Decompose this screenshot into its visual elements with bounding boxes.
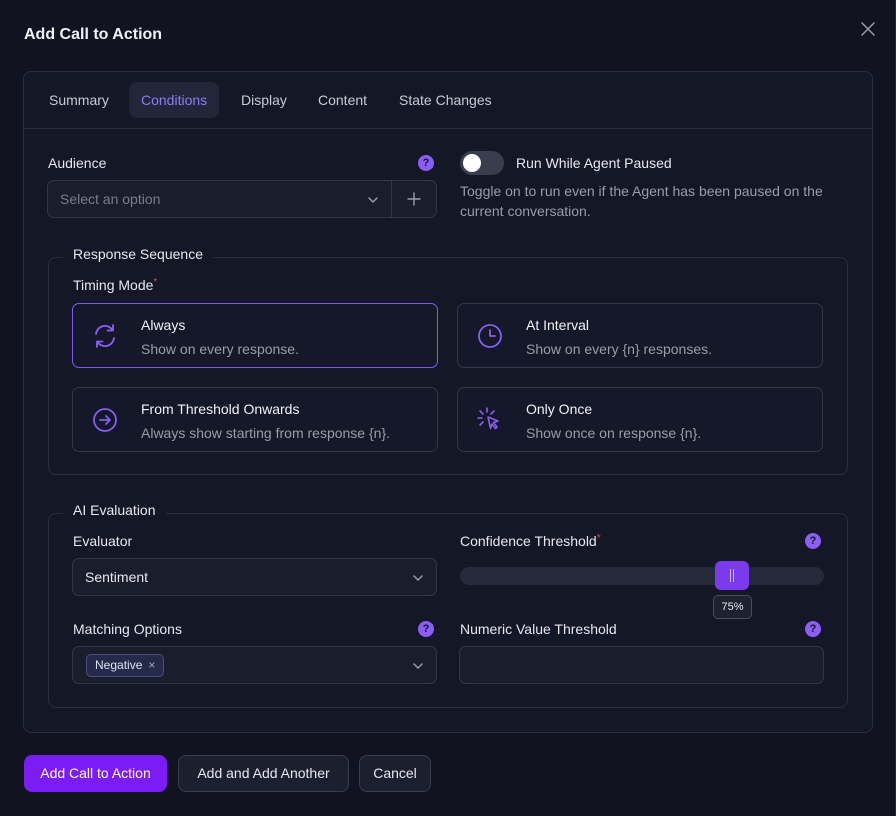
plus-icon[interactable] (407, 192, 421, 206)
option-title: Only Once (526, 401, 593, 417)
grip-line (733, 569, 734, 582)
option-desc: Show once on response {n}. (526, 425, 702, 441)
remove-tag-button[interactable]: × (148, 658, 155, 672)
toggle-knob (463, 154, 481, 172)
confidence-value-tooltip: 75% (713, 595, 752, 619)
confidence-slider-handle[interactable] (715, 561, 749, 590)
audience-select[interactable]: Select an option (47, 180, 437, 218)
timing-option-at-interval[interactable]: At Interval Show on every {n} responses. (457, 303, 823, 368)
numeric-threshold-input[interactable] (459, 646, 824, 684)
confidence-threshold-text: Confidence Threshold (460, 533, 597, 549)
evaluator-select[interactable]: Sentiment (72, 558, 437, 596)
chevron-down-icon (413, 575, 423, 582)
option-desc: Show on every response. (141, 341, 299, 357)
timing-mode-text: Timing Mode (73, 277, 154, 293)
timing-option-always[interactable]: Always Show on every response. (72, 303, 438, 368)
confidence-threshold-label: Confidence Threshold* (460, 533, 601, 549)
chevron-down-icon (368, 197, 378, 204)
audience-placeholder: Select an option (60, 191, 161, 207)
run-while-paused-desc-1: Toggle on to run even if the Agent has b… (460, 183, 823, 199)
option-title: At Interval (526, 317, 590, 333)
refresh-icon (95, 324, 115, 348)
cancel-button[interactable]: Cancel (359, 755, 431, 792)
required-mark: * (596, 533, 601, 544)
add-cta-dialog: Add Call to Action Summary Conditions Di… (0, 0, 896, 816)
tab-display[interactable]: Display (229, 82, 299, 118)
add-and-add-another-button[interactable]: Add and Add Another (178, 755, 349, 792)
clock-icon (478, 324, 502, 348)
cursor-click-icon (477, 407, 499, 430)
run-while-paused-label: Run While Agent Paused (516, 155, 672, 171)
run-while-paused-toggle[interactable] (460, 151, 504, 175)
grip-line (730, 569, 731, 582)
tab-state-changes[interactable]: State Changes (387, 82, 504, 118)
option-title: From Threshold Onwards (141, 401, 300, 417)
ai-evaluation-legend: AI Evaluation (63, 502, 166, 518)
form-panel: Summary Conditions Display Content State… (23, 71, 873, 733)
tab-conditions[interactable]: Conditions (129, 82, 220, 118)
tab-summary[interactable]: Summary (37, 82, 121, 118)
required-mark: * (153, 277, 158, 288)
arrow-circle-right-icon (93, 408, 117, 432)
option-title: Always (141, 317, 186, 333)
tab-bar: Summary Conditions Display Content State… (24, 72, 872, 129)
matching-help-icon[interactable]: ? (418, 621, 434, 637)
run-while-paused-desc-2: current conversation. (460, 203, 591, 219)
close-button[interactable] (858, 19, 878, 39)
chevron-down-icon (413, 663, 423, 670)
timing-option-only-once[interactable]: Only Once Show once on response {n}. (457, 387, 823, 452)
select-divider (391, 181, 392, 217)
tag-negative: Negative × (86, 654, 165, 677)
numeric-help-icon[interactable]: ? (805, 621, 821, 637)
tab-content[interactable]: Content (306, 82, 379, 118)
response-sequence-legend: Response Sequence (63, 246, 213, 262)
confidence-help-icon[interactable]: ? (805, 533, 821, 549)
confidence-slider-track[interactable] (460, 567, 824, 585)
evaluator-label: Evaluator (73, 533, 133, 549)
close-icon (861, 22, 875, 36)
timing-option-from-threshold[interactable]: From Threshold Onwards Always show start… (72, 387, 438, 452)
option-desc: Always show starting from response {n}. (141, 425, 391, 441)
matching-options-label: Matching Options (73, 621, 182, 637)
dialog-title: Add Call to Action (24, 26, 163, 43)
audience-help-icon[interactable]: ? (418, 155, 434, 171)
audience-label: Audience (48, 155, 107, 171)
numeric-threshold-label: Numeric Value Threshold (460, 621, 617, 637)
option-desc: Show on every {n} responses. (526, 341, 713, 357)
tag-label: Negative (95, 658, 143, 672)
add-cta-button[interactable]: Add Call to Action (24, 755, 167, 792)
evaluator-value: Sentiment (85, 569, 149, 585)
timing-mode-label: Timing Mode* (73, 277, 157, 293)
